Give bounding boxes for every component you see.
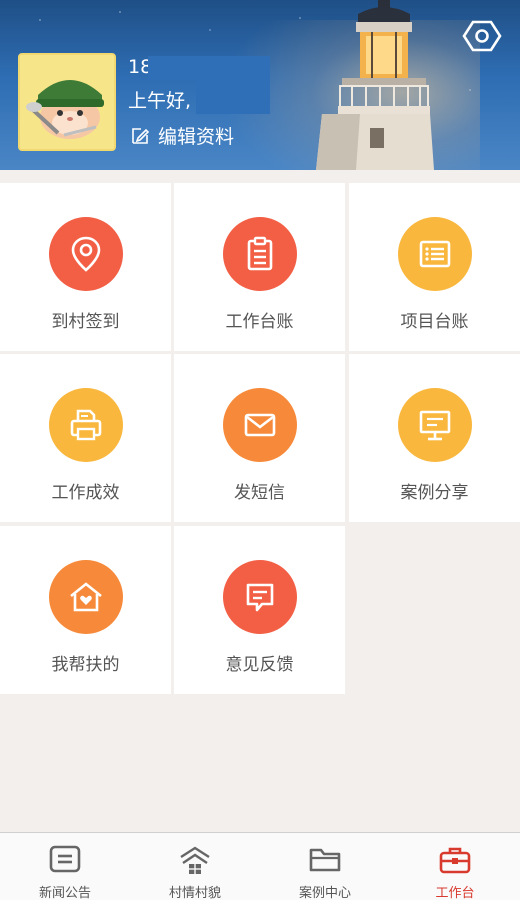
tab-label: 工作台 [435, 886, 475, 900]
tab-news[interactable]: 新闻公告 [0, 833, 130, 900]
tab-label: 村情村貌 [168, 886, 221, 900]
feedback-message-icon [246, 583, 273, 612]
work-ledger-icon-circle [222, 217, 297, 291]
grid-item-send-sms[interactable]: 发短信 [174, 354, 345, 522]
project-ledger-icon-circle [397, 217, 472, 291]
clipboard-icon [247, 236, 272, 271]
avatar[interactable] [18, 53, 116, 151]
grid-item-work-ledger[interactable]: 工作台账 [174, 183, 345, 351]
grid-item-label: 工作成效 [51, 483, 120, 503]
grid-item-label: 工作台账 [225, 312, 294, 332]
tab-label: 案例中心 [298, 886, 351, 900]
tab-cases[interactable]: 案例中心 [260, 833, 390, 900]
grid-item-checkin[interactable]: 到村签到 [0, 183, 171, 351]
settings-hexagon-icon [462, 20, 502, 52]
redacted-name-block [196, 56, 270, 114]
grid-item-label: 发短信 [234, 483, 285, 503]
tab-workbench[interactable]: 工作台 [390, 833, 520, 900]
grid-item-label: 到村签到 [51, 312, 120, 332]
work-results-icon-circle [48, 388, 123, 462]
lighthouse-illustration [316, 0, 434, 170]
grid-item-label: 我帮扶的 [51, 655, 120, 675]
list-document-icon [419, 240, 450, 268]
feedback-icon-circle [222, 560, 297, 634]
tab-label: 新闻公告 [38, 886, 91, 900]
edit-profile-label: 编辑资料 [158, 126, 235, 148]
profile-header: 18 上午好, 编辑资料 [0, 0, 520, 170]
bottom-tab-bar: 新闻公告 村情村貌 案例中心 工作台 [0, 832, 520, 900]
greeting-text: 上午好, [128, 90, 192, 112]
grid-item-label: 意见反馈 [225, 655, 294, 675]
grid-item-case-share[interactable]: 案例分享 [349, 354, 520, 522]
envelope-icon [244, 413, 275, 437]
village-house-icon [180, 846, 210, 874]
news-icon [49, 845, 81, 873]
grid-item-work-results[interactable]: 工作成效 [0, 354, 171, 522]
settings-button[interactable] [462, 16, 502, 56]
edit-profile-button[interactable]: 编辑资料 [130, 122, 234, 149]
case-share-icon-circle [397, 388, 472, 462]
toolbox-icon [439, 847, 471, 874]
presentation-board-icon [419, 410, 450, 441]
printer-icon [70, 409, 101, 441]
send-sms-icon-circle [222, 388, 297, 462]
house-heart-icon [69, 582, 102, 612]
tab-village[interactable]: 村情村貌 [130, 833, 260, 900]
grid-item-label: 案例分享 [400, 483, 469, 503]
checkin-icon-circle [48, 217, 123, 291]
folder-icon [309, 848, 341, 872]
grid-item-feedback[interactable]: 意见反馈 [174, 526, 345, 694]
edit-pencil-icon [132, 127, 150, 144]
grid-item-label: 项目台账 [400, 312, 469, 332]
hamster-avatar-icon [20, 55, 114, 149]
grid-item-project-ledger[interactable]: 项目台账 [349, 183, 520, 351]
my-assisted-icon-circle [48, 560, 123, 634]
grid-item-my-assisted[interactable]: 我帮扶的 [0, 526, 171, 694]
location-pin-icon [71, 236, 100, 272]
